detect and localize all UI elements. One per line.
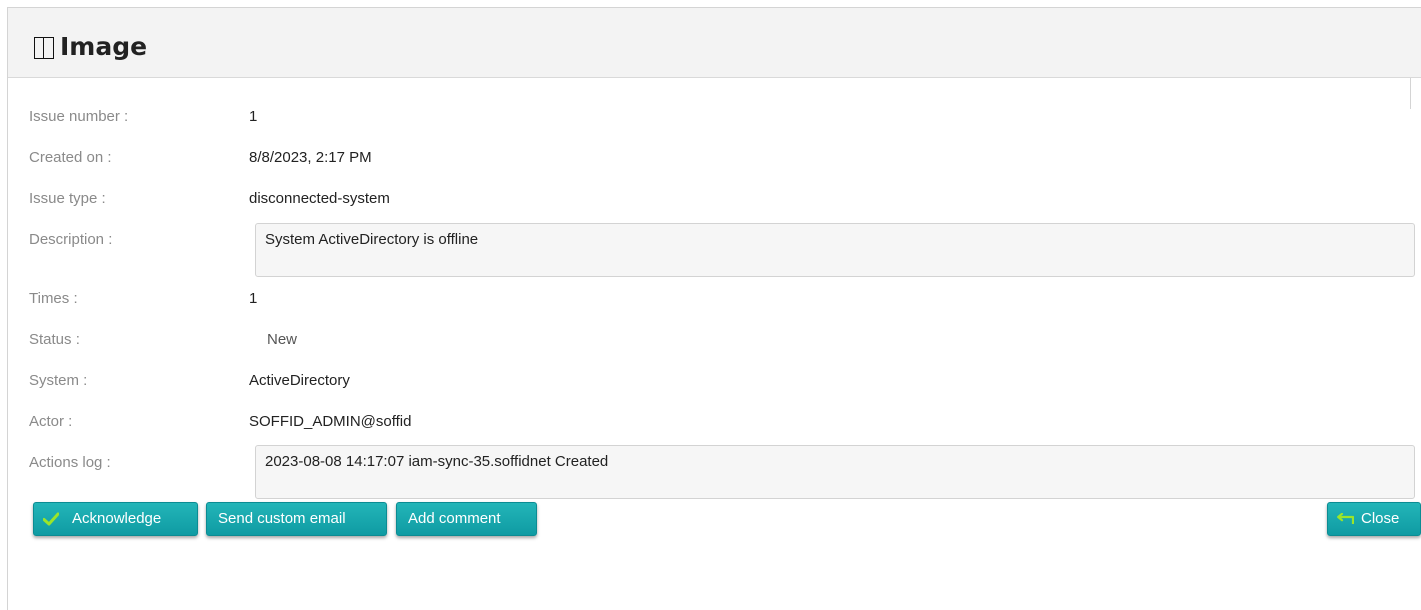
created-on-label: Created on : bbox=[29, 149, 112, 166]
panel-divider bbox=[1410, 78, 1411, 109]
send-custom-email-button[interactable]: Send custom email bbox=[206, 502, 387, 536]
send-custom-email-label: Send custom email bbox=[218, 510, 346, 527]
created-on-value: 8/8/2023, 2:17 PM bbox=[249, 149, 372, 166]
panel-title: Image bbox=[60, 32, 148, 61]
system-value: ActiveDirectory bbox=[249, 372, 350, 389]
description-label: Description : bbox=[29, 231, 113, 248]
acknowledge-label: Acknowledge bbox=[72, 510, 162, 527]
system-label: System : bbox=[29, 372, 88, 389]
actor-label: Actor : bbox=[29, 413, 73, 430]
issue-type-label: Issue type : bbox=[29, 190, 106, 207]
close-label: Close bbox=[1361, 510, 1400, 527]
checkmark-icon bbox=[43, 512, 59, 526]
actor-value: SOFFID_ADMIN@soffid bbox=[249, 413, 412, 430]
status-label: Status : bbox=[29, 331, 80, 348]
status-value: New bbox=[267, 331, 298, 348]
times-value: 1 bbox=[249, 290, 258, 307]
issue-type-value: disconnected-system bbox=[249, 190, 390, 207]
actions-log-label: Actions log : bbox=[29, 454, 111, 471]
description-textarea[interactable]: System ActiveDirectory is offline bbox=[255, 223, 1415, 277]
panel-header: Image bbox=[8, 8, 1421, 78]
close-button[interactable]: Close bbox=[1327, 502, 1421, 536]
issue-number-value: 1 bbox=[249, 108, 258, 125]
description-text: System ActiveDirectory is offline bbox=[265, 231, 479, 248]
times-label: Times : bbox=[29, 290, 78, 307]
add-comment-button[interactable]: Add comment bbox=[396, 502, 537, 536]
add-comment-label: Add comment bbox=[408, 510, 501, 527]
acknowledge-button[interactable]: Acknowledge bbox=[33, 502, 198, 536]
window-icon bbox=[34, 37, 54, 59]
return-arrow-icon bbox=[1337, 513, 1354, 524]
actions-log-text: 2023-08-08 14:17:07 iam-sync-35.soffidne… bbox=[265, 453, 609, 470]
issue-number-label: Issue number : bbox=[29, 108, 129, 125]
actions-log-textarea[interactable]: 2023-08-08 14:17:07 iam-sync-35.soffidne… bbox=[255, 445, 1415, 499]
